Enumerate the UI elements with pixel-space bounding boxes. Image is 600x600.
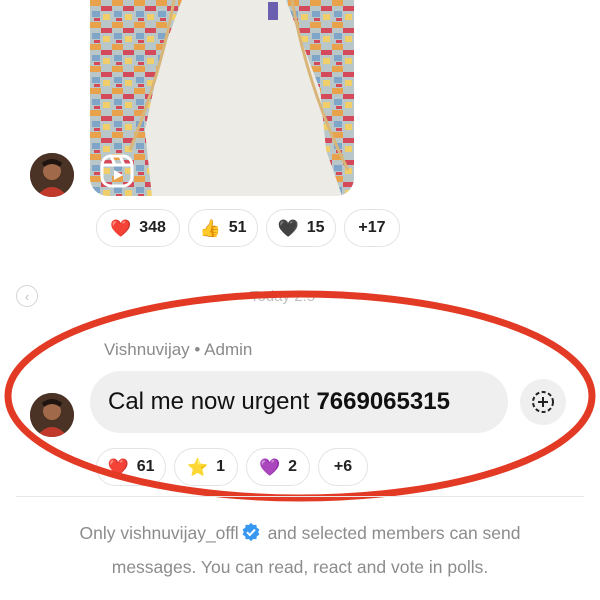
add-reaction-button[interactable] [520,379,566,425]
sender-avatar[interactable] [30,393,74,437]
reaction-pill-black-heart[interactable]: 🖤 15 [266,209,336,247]
notice-line1-suffix: and selected members can send [267,523,521,543]
notice-prefix: Only [79,523,116,543]
divider [16,496,584,497]
reaction-pill-purple-heart[interactable]: 💜 2 [246,448,310,486]
reaction-count: 61 [136,458,155,475]
chevron-left-icon[interactable]: ‹ [16,285,38,307]
reaction-pill-more[interactable]: +6 [318,448,368,486]
message-phone-number[interactable]: 7669065315 [316,388,449,416]
sender-avatar[interactable] [30,153,74,197]
black-heart-icon: 🖤 [277,218,299,238]
notice-line-2: messages. You can read, react and vote i… [111,557,489,577]
notice-username[interactable]: vishnuvijay_offl [120,523,238,543]
reaction-pill-heart[interactable]: ❤️ 348 [96,209,180,247]
add-reaction-icon [532,391,554,413]
date-separator: Today 2:5 [250,288,316,305]
message-bubble[interactable]: Cal me now urgent 7669065315 [90,371,508,433]
reaction-count: 1 [216,458,226,475]
reaction-pill-star[interactable]: ⭐ 1 [174,448,238,486]
reaction-count: 15 [306,219,325,236]
reaction-pill-thumbs-up[interactable]: 👍 51 [188,209,258,247]
sender-name: Vishnuvijay [104,340,190,359]
reel-preview-card[interactable] [90,0,354,196]
thumbs-up-icon: 👍 [199,218,221,238]
sender-role: Admin [204,340,253,359]
red-heart-icon: ❤️ [107,457,129,477]
permission-notice: Only vishnuvijay_offl and selected membe… [30,516,570,584]
notice-line-1: Only vishnuvijay_offl and selected membe… [30,516,570,550]
sender-separator: • [194,340,201,359]
reaction-count: 348 [139,219,166,236]
message-text: Cal me now urgent [108,388,310,415]
reaction-more-count: +17 [358,219,386,236]
star-icon: ⭐ [186,457,209,477]
reaction-pill-more[interactable]: +17 [344,209,400,247]
red-heart-icon: ❤️ [110,218,132,238]
reaction-more-count: +6 [333,458,353,475]
verified-badge-icon [242,523,260,541]
sender-line: Vishnuvijay • Admin [104,340,252,360]
reels-icon [100,154,134,188]
reaction-pill-heart[interactable]: ❤️ 61 [96,448,166,486]
reaction-count: 51 [228,219,247,236]
purple-heart-icon: 💜 [258,457,281,477]
reaction-count: 2 [288,458,298,475]
